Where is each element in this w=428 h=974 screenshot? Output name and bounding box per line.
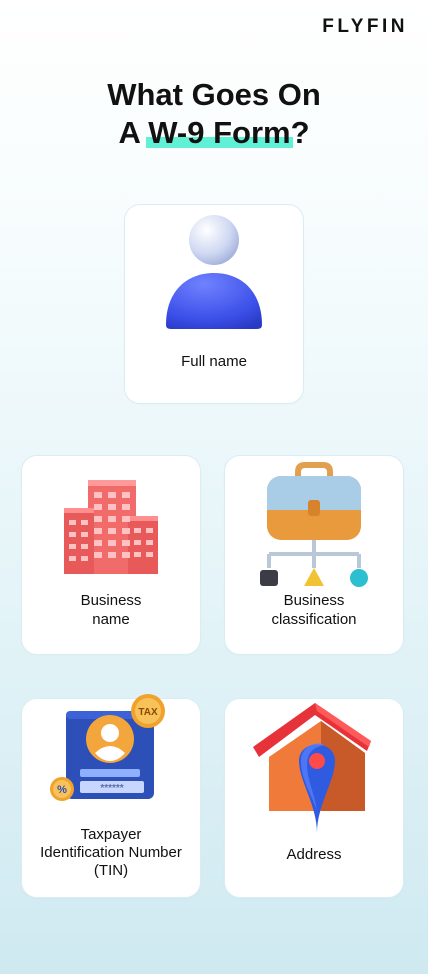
card-label-line-1: Business: [283, 592, 345, 609]
card-label-line-1: Taxpayer: [80, 826, 142, 843]
percent-coin-text: %: [57, 784, 67, 796]
brand-logo: FLYFIN: [322, 16, 408, 37]
card-address: Address: [224, 698, 404, 898]
title-line-2-suffix: ?: [290, 115, 310, 150]
tax-id-card-icon: ****** TAX %: [50, 694, 165, 801]
card-label-line-2: classification: [271, 611, 357, 628]
card-label-line-2: Identification Number: [40, 844, 182, 861]
card-business-name: Business name: [21, 455, 201, 655]
card-tin: ****** TAX % Taxpayer Identification Num…: [21, 694, 201, 898]
card-label-line-2: name: [92, 611, 130, 628]
title-line-2-prefix: A: [118, 115, 149, 150]
tax-badge-text: TAX: [138, 707, 158, 718]
office-building-icon: [64, 480, 158, 574]
page-title: What Goes On A W-9 Form?: [0, 76, 428, 152]
masked-tin-text: ******: [100, 783, 123, 794]
card-label: Address: [286, 846, 342, 863]
title-highlight: W-9 Form: [146, 115, 293, 150]
house-location-pin-icon: [253, 703, 371, 833]
card-label-line-3: (TIN): [93, 862, 129, 879]
card-label: Full name: [181, 353, 247, 370]
card-full-name: Full name: [124, 204, 304, 404]
card-business-classification: Business classification: [224, 455, 404, 655]
title-line-2: A W-9 Form?: [0, 114, 428, 152]
title-line-1: What Goes On: [107, 77, 321, 112]
person-icon: [166, 215, 262, 329]
briefcase-hierarchy-icon: [260, 462, 368, 587]
card-label-line-1: Business: [80, 592, 142, 609]
